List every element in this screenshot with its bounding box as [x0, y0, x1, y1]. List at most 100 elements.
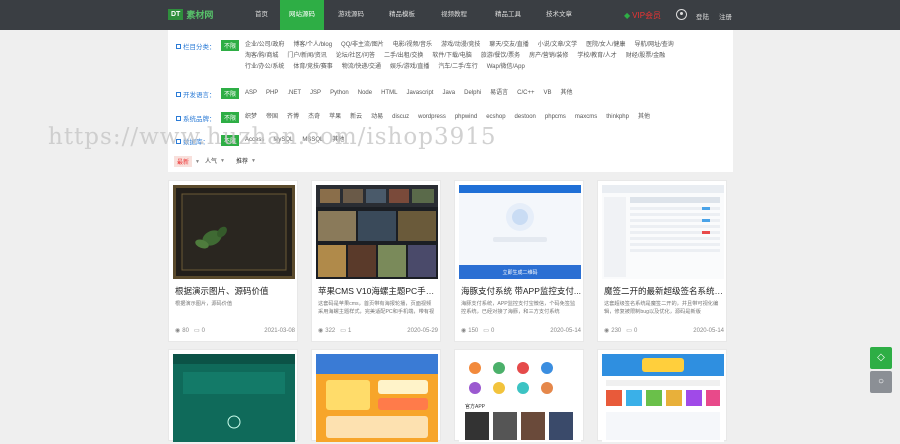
filter-option[interactable]: 汽车/二手/车行	[438, 62, 477, 73]
card-thumbnail[interactable]	[316, 185, 438, 279]
filter-option[interactable]: phpwind	[455, 112, 477, 123]
filter-option[interactable]: 苹果	[329, 112, 341, 123]
site-logo[interactable]: DT 素材网	[168, 8, 213, 21]
filter-option[interactable]: 游戏/动漫/竞技	[441, 40, 480, 51]
nav-item-home[interactable]: 首页	[243, 0, 280, 30]
filter-option[interactable]: 其他	[561, 88, 573, 99]
comment-count: 1	[347, 327, 352, 334]
nav-item-templates[interactable]: 精品模板	[378, 0, 426, 30]
filter-option[interactable]: 旅游/餐饮/票务	[481, 51, 520, 62]
filter-option[interactable]: 体育/竞技/赛事	[293, 62, 332, 73]
product-card[interactable]: 根据演示图片、源码价值 根据演示图片，源码价值 ◉ 80 ▭ 0 2021-03-0…	[168, 180, 298, 342]
user-icon[interactable]	[676, 9, 687, 20]
filter-option[interactable]: VB	[544, 88, 552, 99]
filter-option[interactable]: 小说/文章/文学	[538, 40, 577, 51]
nav-item-articles[interactable]: 技术文章	[534, 0, 584, 30]
filter-option[interactable]: 学校/教育/人才	[577, 51, 616, 62]
filter-option[interactable]: JSP	[310, 88, 321, 99]
filter-option[interactable]: 导航/网址/查询	[634, 40, 673, 51]
filter-row-language: 开发语言： 不限 ASP PHP .NET JSP Python Node HTML Java…	[176, 88, 685, 99]
filter-option[interactable]: 杰奇	[308, 112, 320, 123]
nav-item-website-source[interactable]: 网站源码	[280, 0, 324, 30]
filter-option[interactable]: 软件/下载/电脑	[432, 51, 471, 62]
filter-option[interactable]: 齐博	[287, 112, 299, 123]
card-thumbnail[interactable]	[173, 185, 295, 279]
view-count: 322	[325, 327, 336, 334]
circle-icon[interactable]: ○	[870, 371, 892, 393]
filter-option[interactable]: HTML	[381, 88, 397, 99]
filter-option[interactable]: thinkphp	[606, 112, 629, 123]
card-title[interactable]: 魔签二开的最新超级签名系统+...	[604, 285, 724, 297]
filter-option[interactable]: 医院/女人/健康	[586, 40, 625, 51]
filter-option[interactable]: 帝国	[266, 112, 278, 123]
card-thumbnail[interactable]: 立即生成二维码	[459, 185, 581, 279]
eye-icon: ◉	[175, 328, 181, 334]
filter-all-chip[interactable]: 不限	[221, 88, 240, 99]
card-thumbnail[interactable]	[173, 354, 295, 442]
login-link[interactable]: 登陆	[696, 11, 709, 21]
filter-option[interactable]: Java	[442, 88, 455, 99]
filter-all-chip[interactable]: 不限	[221, 40, 240, 51]
filter-option[interactable]: maxcms	[575, 112, 597, 123]
card-title[interactable]: 根据演示图片、源码价值	[175, 285, 295, 297]
filter-option[interactable]: 门户/新闻/资讯	[287, 51, 326, 62]
filter-option[interactable]: 易语言	[490, 88, 508, 99]
filter-option[interactable]: 行业/办公/系统	[245, 62, 284, 73]
gem-icon: ◆	[624, 11, 631, 20]
nav-item-tools[interactable]: 精品工具	[482, 0, 534, 30]
product-card[interactable]: 官方APP	[454, 349, 584, 442]
product-card[interactable]: 苹果CMS V10海螺主题PC手机... 这套码是苹果cms，首页带有海报轮播，…	[311, 180, 441, 342]
filter-option[interactable]: 淘客/购/商城	[245, 51, 278, 62]
filter-option[interactable]: PHP	[266, 88, 278, 99]
product-card[interactable]: 立即生成二维码 海豚支付系统 带APP监控支付... 海豚支付系统，APP监控支…	[454, 180, 584, 342]
sort-latest[interactable]: 最新 ▼	[174, 156, 200, 167]
filter-option[interactable]: Delphi	[464, 88, 481, 99]
filter-option[interactable]: ASP	[245, 88, 257, 99]
filter-option[interactable]: 聊天/交友/直播	[489, 40, 528, 51]
filter-option[interactable]: wordpress	[418, 112, 446, 123]
product-card[interactable]: 魔签二开的最新超级签名系统+... 这套超级签名系统是魔签二开的，并且带可视化编…	[597, 180, 727, 342]
filter-option[interactable]: 物流/快递/交通	[342, 62, 381, 73]
gem-icon[interactable]: ◇	[870, 347, 892, 369]
card-title[interactable]: 苹果CMS V10海螺主题PC手机...	[318, 285, 438, 297]
card-thumbnail[interactable]: 官方APP	[459, 354, 581, 442]
filter-option[interactable]: 论坛/社区/问答	[336, 51, 375, 62]
filter-option[interactable]: QQ/非主流/图片	[341, 40, 384, 51]
product-card[interactable]	[597, 349, 727, 442]
nav-item-video-tutorials[interactable]: 视频教程	[426, 0, 482, 30]
nav-item-game-source[interactable]: 游戏源码	[324, 0, 378, 30]
filter-option[interactable]: 二手/出租/交换	[384, 51, 423, 62]
filter-option[interactable]: 财经/股票/金融	[626, 51, 665, 62]
filter-option[interactable]: Node	[358, 88, 372, 99]
product-card[interactable]	[168, 349, 298, 442]
product-card[interactable]	[311, 349, 441, 442]
filter-option[interactable]: 新云	[350, 112, 362, 123]
filter-option[interactable]: destoon	[515, 112, 536, 123]
card-thumbnail[interactable]	[602, 185, 724, 279]
filter-option[interactable]: 房产/营销/装修	[529, 51, 568, 62]
filter-option[interactable]: Javascript	[406, 88, 433, 99]
card-thumbnail[interactable]	[602, 354, 724, 442]
sort-popular[interactable]: 人气 ▼	[205, 156, 225, 166]
filter-option[interactable]: Wap/微信/App	[487, 62, 525, 73]
filter-option[interactable]: phpcms	[545, 112, 566, 123]
sort-recommended[interactable]: 推荐 ▼	[236, 156, 256, 166]
filter-option[interactable]: ecshop	[486, 112, 505, 123]
card-title[interactable]: 海豚支付系统 带APP监控支付...	[461, 285, 581, 297]
card-thumbnail[interactable]	[316, 354, 438, 442]
filter-option[interactable]: discuz	[392, 112, 409, 123]
filter-option[interactable]: 其他	[638, 112, 650, 123]
register-link[interactable]: 注册	[719, 11, 732, 21]
filter-option[interactable]: 织梦	[245, 112, 257, 123]
filter-option[interactable]: 电影/视频/音乐	[393, 40, 432, 51]
top-nav-bar: DT 素材网 首页 网站源码 游戏源码 精品模板 视频教程 精品工具 技术文章 …	[0, 0, 900, 30]
filter-option[interactable]: 博客/个人/blog	[293, 40, 332, 51]
filter-option[interactable]: .NET	[287, 88, 301, 99]
filter-option[interactable]: C/C++	[517, 88, 534, 99]
filter-all-chip[interactable]: 不限	[221, 112, 240, 123]
filter-option[interactable]: 娱乐/游戏/直播	[390, 62, 429, 73]
filter-option[interactable]: 企业/公司/政府	[245, 40, 284, 51]
filter-option[interactable]: Python	[330, 88, 349, 99]
filter-option[interactable]: 动易	[371, 112, 383, 123]
vip-link[interactable]: ◆ VIP会员	[624, 10, 661, 21]
